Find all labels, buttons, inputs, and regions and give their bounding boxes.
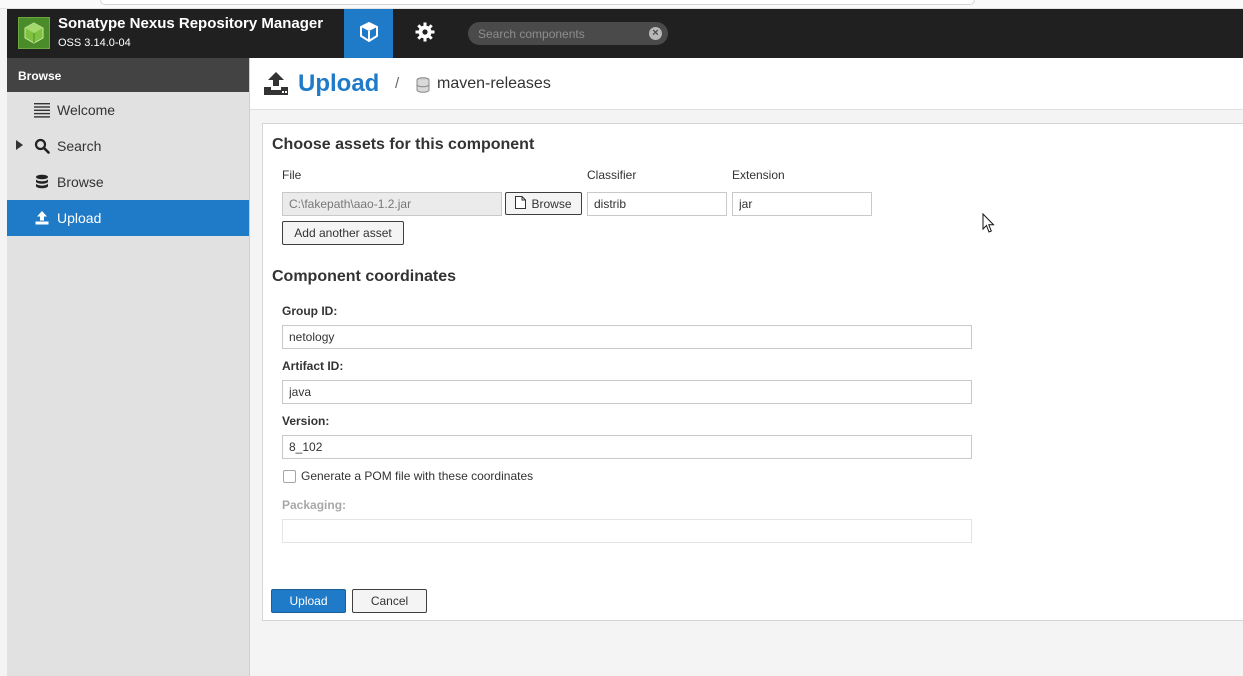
upload-icon <box>263 72 289 99</box>
browser-top-strip <box>0 0 1243 9</box>
upload-icon <box>34 210 50 226</box>
browser-tab-edge <box>100 0 975 5</box>
database-icon <box>34 174 50 190</box>
assets-section-title: Choose assets for this component <box>272 136 535 153</box>
list-icon <box>34 102 50 118</box>
clear-icon[interactable]: × <box>649 27 662 40</box>
search-components: × <box>468 22 668 45</box>
browse-mode-button[interactable] <box>344 9 393 58</box>
breadcrumb-repository[interactable]: maven-releases <box>437 75 551 93</box>
app-version: OSS 3.14.0-04 <box>58 37 131 49</box>
gear-icon <box>415 22 435 45</box>
packaging-field[interactable] <box>282 519 972 543</box>
sidebar: Browse Welcome Search Browse Upload <box>7 58 250 676</box>
group-id-label: Group ID: <box>282 304 338 318</box>
artifact-id-label: Artifact ID: <box>282 359 344 373</box>
browse-label: Browse <box>531 196 572 211</box>
sidebar-item-search[interactable]: Search <box>7 128 249 164</box>
upload-form: Choose assets for this component File Cl… <box>262 123 1243 621</box>
browse-file-button[interactable]: Browse <box>505 192 582 215</box>
search-input[interactable] <box>478 25 643 42</box>
artifact-id-field[interactable] <box>282 380 972 404</box>
box-icon <box>359 21 379 45</box>
group-id-field[interactable] <box>282 325 972 349</box>
upload-button[interactable]: Upload <box>271 589 346 613</box>
cancel-button[interactable]: Cancel <box>352 589 427 613</box>
packaging-label: Packaging: <box>282 498 347 512</box>
file-icon <box>515 195 527 212</box>
mouse-cursor-icon <box>982 212 995 237</box>
search-icon <box>34 138 50 154</box>
sidebar-item-upload[interactable]: Upload <box>7 200 249 236</box>
sidebar-item-welcome[interactable]: Welcome <box>7 92 249 128</box>
generate-pom-label: Generate a POM file with these coordinat… <box>301 469 534 483</box>
page-title: Upload <box>298 70 380 97</box>
classifier-column-label: Classifier <box>587 168 637 182</box>
sidebar-item-browse[interactable]: Browse <box>7 164 249 200</box>
app-header: Sonatype Nexus Repository Manager OSS 3.… <box>7 9 1243 58</box>
expand-arrow-icon[interactable] <box>16 140 23 150</box>
coordinates-section-title: Component coordinates <box>272 268 457 285</box>
repository-icon <box>416 77 430 96</box>
version-field[interactable] <box>282 435 972 459</box>
admin-mode-button[interactable] <box>400 9 449 58</box>
extension-column-label: Extension <box>732 168 785 182</box>
add-asset-button[interactable]: Add another asset <box>282 221 404 245</box>
sidebar-item-label: Welcome <box>57 102 116 118</box>
classifier-field[interactable] <box>587 192 727 216</box>
generate-pom-checkbox[interactable] <box>283 470 296 483</box>
breadcrumb-separator: / <box>395 75 400 92</box>
file-path-field[interactable] <box>282 192 502 216</box>
sidebar-item-label: Search <box>57 138 102 154</box>
page-header: Upload / maven-releases <box>250 58 1243 110</box>
app-title: Sonatype Nexus Repository Manager <box>58 15 324 32</box>
version-label: Version: <box>282 414 330 428</box>
sidebar-item-label: Browse <box>57 174 104 190</box>
file-column-label: File <box>282 168 302 182</box>
nexus-logo <box>18 17 50 49</box>
extension-field[interactable] <box>732 192 872 216</box>
sidebar-header: Browse <box>7 58 249 92</box>
sidebar-item-label: Upload <box>57 210 102 226</box>
